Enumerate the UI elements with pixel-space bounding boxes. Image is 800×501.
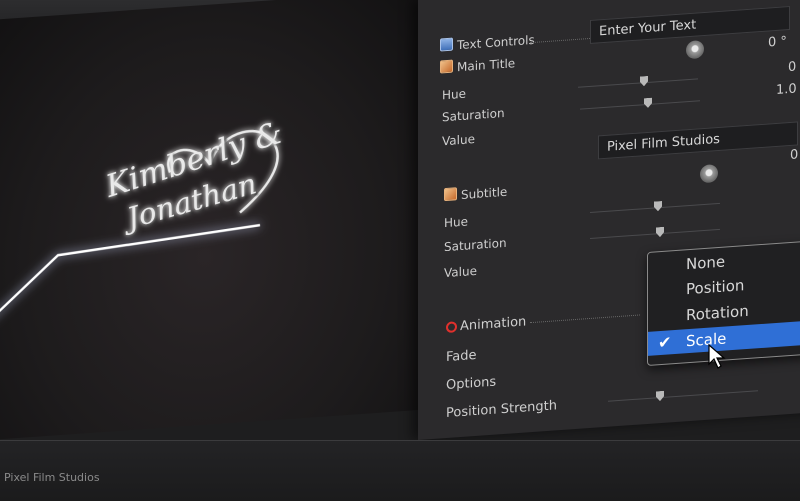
checkbox-icon[interactable] bbox=[440, 59, 453, 74]
hue-value[interactable]: 0 bbox=[788, 60, 796, 76]
saturation-value[interactable]: 1.0 bbox=[776, 82, 797, 98]
animation-row[interactable]: Animation bbox=[446, 314, 526, 335]
timeline-bar bbox=[0, 440, 800, 501]
checkbox-icon[interactable] bbox=[440, 37, 453, 52]
text-input[interactable]: Enter Your Text bbox=[590, 5, 790, 44]
angle-dial[interactable] bbox=[700, 164, 718, 184]
position-strength-slider[interactable] bbox=[608, 390, 758, 402]
saturation-label: Saturation bbox=[442, 105, 505, 125]
saturation-slider-thumb[interactable] bbox=[644, 98, 652, 109]
hue-label: Hue bbox=[442, 86, 467, 103]
subtitle-saturation-label: Saturation bbox=[444, 235, 507, 255]
subtitle-input[interactable]: Pixel Film Studios bbox=[598, 121, 798, 160]
inspector-panel: Text Controls Enter Your Text Main Title… bbox=[418, 0, 800, 441]
angle-dial[interactable] bbox=[686, 40, 704, 60]
subtitle-angle-value[interactable]: 0 bbox=[790, 147, 798, 163]
position-strength-slider-thumb[interactable] bbox=[656, 391, 664, 402]
subtitle-saturation-slider[interactable] bbox=[590, 228, 720, 239]
hue-slider[interactable] bbox=[578, 78, 698, 88]
subtitle-value-label: Value bbox=[444, 263, 477, 281]
options-label: Options bbox=[446, 374, 497, 394]
hue-slider-thumb[interactable] bbox=[640, 76, 648, 87]
divider bbox=[530, 314, 640, 324]
subtitle-hue-slider-thumb[interactable] bbox=[654, 201, 662, 212]
main-title-row[interactable]: Main Title bbox=[440, 55, 515, 75]
subtitle-saturation-slider-thumb[interactable] bbox=[656, 227, 664, 238]
light-streak-graphic bbox=[0, 223, 261, 321]
footer-brand-text: Pixel Film Studios bbox=[4, 471, 100, 484]
subtitle-row[interactable]: Subtitle bbox=[444, 184, 507, 203]
checkmark-icon: ✔ bbox=[658, 332, 672, 353]
saturation-slider[interactable] bbox=[580, 100, 700, 110]
mouse-pointer-icon bbox=[708, 344, 726, 369]
angle-value[interactable]: 0 ° bbox=[768, 34, 787, 50]
text-controls-row[interactable]: Text Controls bbox=[440, 32, 535, 54]
checkbox-icon[interactable] bbox=[444, 187, 457, 202]
animation-record-icon[interactable] bbox=[446, 321, 457, 334]
video-viewer: Kimberly & Jonathan bbox=[0, 0, 421, 441]
subtitle-hue-label: Hue bbox=[444, 214, 469, 231]
value-label: Value bbox=[442, 132, 475, 149]
divider bbox=[530, 37, 590, 44]
position-strength-label: Position Strength bbox=[446, 398, 557, 422]
fade-label: Fade bbox=[446, 347, 477, 366]
